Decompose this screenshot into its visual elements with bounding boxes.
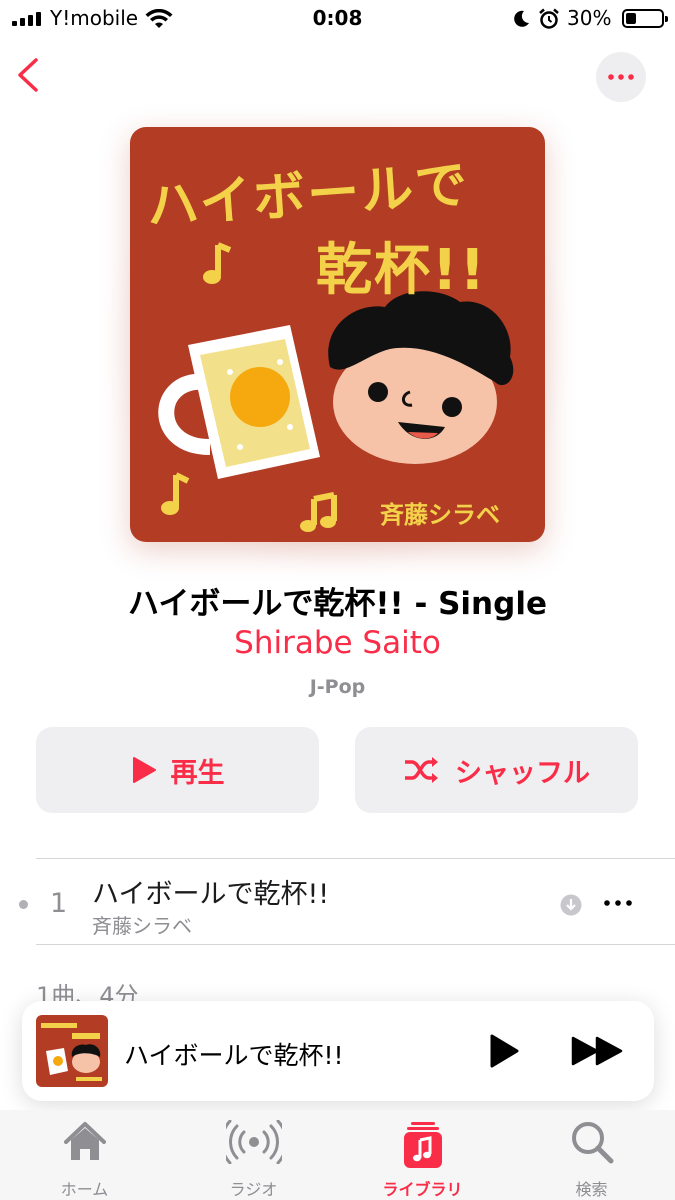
tracklist-divider-bottom — [36, 944, 675, 945]
mini-player-title: ハイボールで乾杯!! — [124, 1041, 344, 1070]
tab-search[interactable]: 検索 — [507, 1110, 675, 1200]
tab-library[interactable]: ライブラリ — [338, 1110, 507, 1200]
shuffle-button-label: シャッフル — [455, 757, 590, 789]
album-artist-link[interactable]: Shirabe Saito — [0, 625, 675, 661]
play-button-label: 再生 — [170, 757, 225, 789]
artwork-text-artist: 斉藤シラベ — [380, 501, 500, 529]
battery-percent: 30% — [567, 6, 612, 30]
album-artwork: ハイボールで 乾杯!! 斉藤シラベ — [130, 127, 545, 542]
mini-artwork-illustration — [41, 1023, 102, 1081]
shuffle-icon — [405, 757, 438, 783]
track-title: ハイボールで乾杯!! — [92, 879, 330, 910]
more-options-button[interactable] — [596, 52, 646, 102]
album-title: ハイボールで乾杯!! - Single — [128, 586, 547, 622]
artwork-text-kanpai: 乾杯!! — [316, 238, 488, 303]
ellipsis-icon — [608, 74, 634, 80]
home-icon — [63, 1122, 106, 1160]
tab-search-label: 検索 — [575, 1180, 608, 1199]
tab-home[interactable]: ホーム — [0, 1110, 169, 1200]
tab-library-label: ライブラリ — [382, 1180, 463, 1199]
moon-icon — [514, 10, 529, 27]
tracklist-divider-top — [36, 858, 675, 859]
mini-player[interactable]: ハイボールで乾杯!! — [22, 1001, 654, 1101]
play-icon — [132, 757, 156, 783]
track-artist: 斉藤シラベ — [92, 914, 192, 938]
tab-radio[interactable]: ラジオ — [169, 1110, 338, 1200]
download-arrow-icon[interactable] — [560, 894, 582, 916]
library-icon — [403, 1122, 442, 1168]
tab-radio-label: ラジオ — [229, 1180, 278, 1199]
album-genre: J-Pop — [309, 676, 366, 698]
track-number: 1 — [50, 888, 68, 919]
play-button[interactable]: 再生 — [36, 727, 319, 813]
alarm-icon — [539, 8, 559, 29]
shuffle-button[interactable]: シャッフル — [355, 727, 638, 813]
mini-play-icon[interactable] — [488, 1033, 520, 1069]
back-chevron-icon[interactable] — [12, 55, 48, 95]
tab-home-label: ホーム — [60, 1180, 109, 1199]
mini-player-artwork — [36, 1015, 108, 1087]
status-bar: Y!mobile 0:08 30% — [0, 0, 675, 40]
fast-forward-icon[interactable] — [570, 1035, 626, 1067]
radio-icon — [225, 1120, 282, 1164]
tab-bar: ホーム ラジオ ライブラリ 検索 — [0, 1110, 675, 1200]
search-icon — [571, 1122, 613, 1164]
battery-icon — [622, 9, 668, 28]
now-playing-dot-icon — [19, 900, 28, 909]
track-more-icon[interactable] — [604, 900, 632, 906]
